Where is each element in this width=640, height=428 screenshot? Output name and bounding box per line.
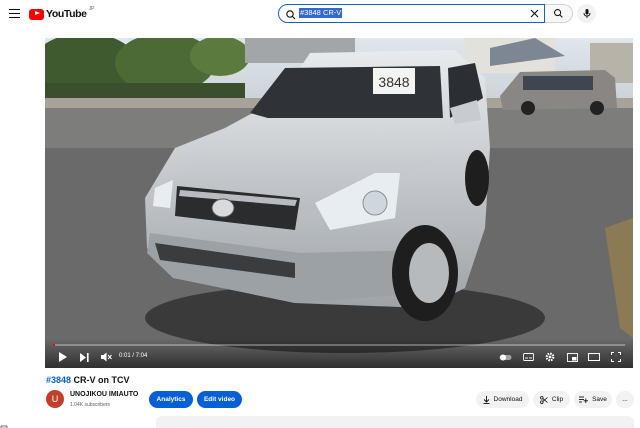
more-actions-button[interactable]: ... [616, 391, 634, 408]
voice-search-button[interactable] [577, 4, 596, 23]
time-display: 0:01 / 7:04 [119, 353, 148, 359]
logo-country-code: JP [88, 6, 95, 12]
miniplayer-button[interactable] [565, 350, 579, 364]
logo-text: YouTube [46, 8, 87, 20]
channel-avatar[interactable]: U [46, 390, 64, 408]
description-box[interactable] [156, 416, 634, 428]
microphone-icon [583, 9, 590, 18]
video-frame: 3848 [45, 38, 633, 368]
autoplay-toggle-icon [499, 354, 511, 360]
hamburger-menu-icon[interactable] [6, 6, 22, 20]
video-title-hashtag[interactable]: #3848 [46, 375, 71, 385]
search-icon [554, 9, 563, 18]
subscriber-count: 1.04K subscribers [70, 402, 111, 408]
mute-icon [100, 352, 112, 362]
progress-bar-fill [53, 344, 56, 346]
download-icon [483, 395, 490, 404]
youtube-play-logo-icon [29, 8, 44, 20]
search-button[interactable] [545, 4, 573, 23]
miniplayer-icon [566, 352, 578, 362]
playlist-add-icon [579, 396, 589, 403]
scissors-icon [539, 395, 548, 404]
play-button[interactable] [55, 350, 69, 364]
video-title-text: CR-V on TCV [71, 375, 130, 385]
next-icon [79, 352, 89, 362]
download-button[interactable]: Download [476, 391, 529, 408]
theater-mode-button[interactable] [587, 350, 601, 364]
mute-button[interactable] [99, 350, 113, 364]
more-horizontal-icon: ... [622, 396, 628, 403]
subtitles-button[interactable] [521, 350, 535, 364]
settings-icon [545, 352, 555, 362]
clip-label: Clip [551, 396, 564, 403]
progress-bar[interactable] [53, 344, 625, 346]
player-controls: 0:01 / 7:04 [45, 338, 633, 368]
search-icon [285, 8, 297, 20]
download-label: Download [493, 396, 523, 403]
analytics-button[interactable]: Analytics [149, 391, 193, 408]
channel-name[interactable]: UNOJIKOU IMIAUTO [70, 391, 138, 398]
save-button[interactable]: Save [574, 391, 612, 408]
close-icon[interactable] [527, 6, 542, 21]
autoplay-toggle[interactable] [498, 350, 512, 364]
fullscreen-button[interactable] [609, 350, 623, 364]
save-label: Save [592, 396, 607, 403]
page-corner-icon [0, 420, 8, 428]
search-input-selected-text: #3848 CR-V [299, 8, 343, 18]
fullscreen-icon [611, 352, 621, 362]
video-title: #3848 CR-V on TCV [46, 375, 130, 385]
clip-button[interactable]: Clip [533, 391, 570, 408]
play-icon [58, 352, 67, 362]
subtitles-icon [522, 353, 534, 361]
video-player[interactable]: 3848 0:01 / 7:04 [45, 38, 633, 368]
dashboard-plate-number: 3848 [378, 74, 409, 90]
next-button[interactable] [77, 350, 91, 364]
theater-mode-icon [588, 353, 600, 361]
masthead: YouTube JP #3848 CR-V [0, 0, 640, 28]
settings-button[interactable] [543, 350, 557, 364]
youtube-logo[interactable]: YouTube JP [29, 6, 95, 21]
edit-video-button[interactable]: Edit video [197, 391, 242, 408]
